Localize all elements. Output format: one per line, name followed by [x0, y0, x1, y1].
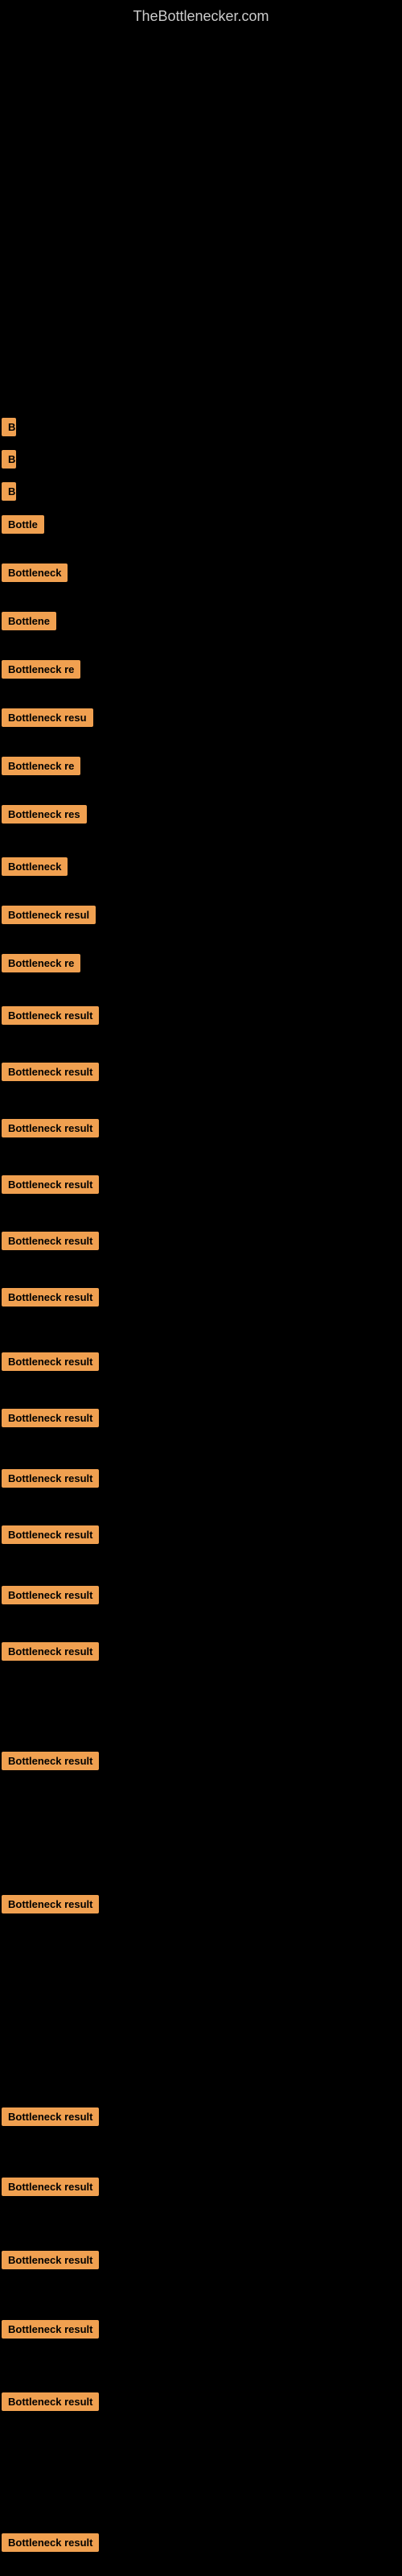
bottleneck-label: Bottleneck result: [2, 1232, 99, 1250]
bottleneck-row-label-21: Bottleneck result: [2, 1409, 99, 1427]
bottleneck-label: Bottleneck resul: [2, 906, 96, 924]
bottleneck-label: Bottleneck result: [2, 1469, 99, 1488]
bottleneck-label: Bottleneck result: [2, 2107, 99, 2126]
bottleneck-row-label-5: Bottleneck: [2, 564, 68, 582]
bottleneck-label: Bottleneck result: [2, 1895, 99, 1913]
bottleneck-label: Bottleneck result: [2, 1119, 99, 1137]
bottleneck-label: Bottleneck result: [2, 2178, 99, 2196]
bottleneck-row-label-24: Bottleneck result: [2, 1586, 99, 1604]
bottleneck-label: Bottleneck result: [2, 1409, 99, 1427]
bottleneck-label: Bottleneck result: [2, 2320, 99, 2339]
bottleneck-row-label-2: B: [2, 450, 16, 469]
bottleneck-row-label-19: Bottleneck result: [2, 1288, 99, 1307]
bottleneck-label: Bottleneck result: [2, 1006, 99, 1025]
bottleneck-row-label-1: B: [2, 418, 16, 436]
bottleneck-row-label-33: Bottleneck result: [2, 2533, 99, 2552]
bottleneck-row-label-32: Bottleneck result: [2, 2392, 99, 2411]
bottleneck-label: Bottleneck re: [2, 660, 80, 679]
bottleneck-row-label-4: Bottle: [2, 515, 44, 534]
bottleneck-row-label-9: Bottleneck re: [2, 757, 80, 775]
bottleneck-label: Bottleneck result: [2, 2533, 99, 2552]
bottleneck-row-label-17: Bottleneck result: [2, 1175, 99, 1194]
bottleneck-row-label-13: Bottleneck re: [2, 954, 80, 972]
bottleneck-label: B: [2, 482, 16, 501]
bottleneck-row-label-23: Bottleneck result: [2, 1525, 99, 1544]
bottleneck-label: Bottleneck: [2, 564, 68, 582]
bottleneck-row-label-14: Bottleneck result: [2, 1006, 99, 1025]
bottleneck-row-label-15: Bottleneck result: [2, 1063, 99, 1081]
bottleneck-row-label-29: Bottleneck result: [2, 2178, 99, 2196]
bottleneck-label: B: [2, 450, 16, 469]
bottleneck-row-label-31: Bottleneck result: [2, 2320, 99, 2339]
bottleneck-row-label-26: Bottleneck result: [2, 1752, 99, 1770]
bottleneck-row-label-20: Bottleneck result: [2, 1352, 99, 1371]
bottleneck-row-label-27: Bottleneck result: [2, 1895, 99, 1913]
bottleneck-label: Bottleneck result: [2, 2251, 99, 2269]
bottleneck-label: B: [2, 418, 16, 436]
bottleneck-row-label-7: Bottleneck re: [2, 660, 80, 679]
bottleneck-row-label-30: Bottleneck result: [2, 2251, 99, 2269]
bottleneck-row-label-3: B: [2, 482, 16, 501]
bottleneck-row-label-16: Bottleneck result: [2, 1119, 99, 1137]
bottleneck-label: Bottleneck result: [2, 1063, 99, 1081]
bottleneck-label: Bottleneck result: [2, 1586, 99, 1604]
bottleneck-row-label-8: Bottleneck resu: [2, 708, 93, 727]
bottleneck-label: Bottlene: [2, 612, 56, 630]
bottleneck-label: Bottleneck result: [2, 2392, 99, 2411]
site-title: TheBottlenecker.com: [0, 0, 402, 33]
bottleneck-label: Bottleneck resu: [2, 708, 93, 727]
bottleneck-row-label-28: Bottleneck result: [2, 2107, 99, 2126]
bottleneck-row-label-10: Bottleneck res: [2, 805, 87, 824]
bottleneck-label: Bottle: [2, 515, 44, 534]
bottleneck-row-label-25: Bottleneck result: [2, 1642, 99, 1661]
bottleneck-label: Bottleneck re: [2, 954, 80, 972]
bottleneck-label: Bottleneck result: [2, 1175, 99, 1194]
bottleneck-label: Bottleneck result: [2, 1525, 99, 1544]
bottleneck-row-label-12: Bottleneck resul: [2, 906, 96, 924]
bottleneck-label: Bottleneck result: [2, 1352, 99, 1371]
bottleneck-label: Bottleneck res: [2, 805, 87, 824]
bottleneck-label: Bottleneck result: [2, 1288, 99, 1307]
bottleneck-row-label-11: Bottleneck: [2, 857, 68, 876]
bottleneck-row-label-18: Bottleneck result: [2, 1232, 99, 1250]
bottleneck-row-label-22: Bottleneck result: [2, 1469, 99, 1488]
bottleneck-label: Bottleneck result: [2, 1642, 99, 1661]
bottleneck-row-label-6: Bottlene: [2, 612, 56, 630]
bottleneck-label: Bottleneck: [2, 857, 68, 876]
bottleneck-label: Bottleneck re: [2, 757, 80, 775]
bottleneck-label: Bottleneck result: [2, 1752, 99, 1770]
